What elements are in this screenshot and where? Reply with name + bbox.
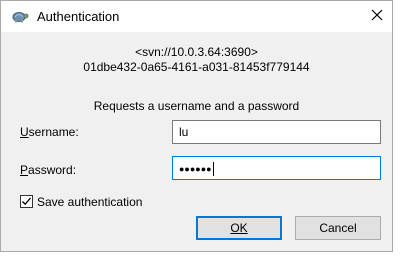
- username-field[interactable]: lu: [172, 120, 381, 144]
- save-authentication-label[interactable]: Save authentication: [37, 195, 142, 209]
- password-label: Password:: [20, 163, 77, 177]
- authentication-dialog: Authentication <svn://10.0.3.64:3690> 01…: [0, 0, 393, 252]
- password-masked-value: ●●●●●●: [179, 164, 212, 174]
- title-bar[interactable]: Authentication: [1, 1, 392, 32]
- cancel-button[interactable]: Cancel: [295, 216, 381, 240]
- checkmark-icon: [22, 197, 31, 206]
- auth-prompt: Requests a username and a password: [93, 99, 300, 113]
- username-value: lu: [179, 125, 189, 139]
- password-field[interactable]: ●●●●●●: [172, 156, 381, 180]
- text-caret: [212, 161, 214, 176]
- save-authentication-checkbox[interactable]: [20, 195, 33, 208]
- username-label: Username:: [20, 125, 79, 139]
- tortoise-icon: [11, 9, 29, 23]
- cancel-button-label: Cancel: [319, 221, 357, 235]
- close-button[interactable]: [363, 3, 391, 29]
- repository-url: <svn://10.0.3.64:3690>: [135, 45, 258, 59]
- close-icon: [371, 9, 383, 24]
- ok-button[interactable]: OK: [196, 216, 282, 240]
- ok-button-label: OK: [230, 221, 248, 235]
- window-title: Authentication: [37, 9, 120, 24]
- repository-uuid: 01dbe432-0a65-4161-a031-81453f779144: [83, 60, 310, 74]
